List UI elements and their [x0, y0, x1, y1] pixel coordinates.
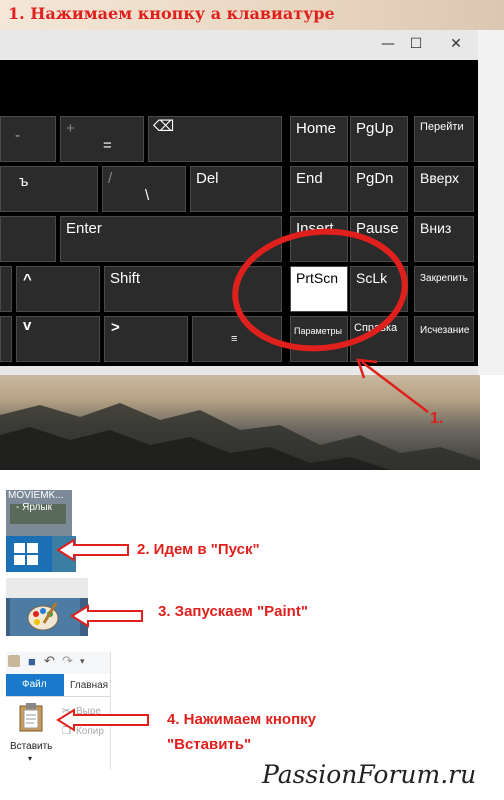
- save-icon[interactable]: ■: [28, 654, 36, 669]
- step4-caption-line1: 4. Нажимаем кнопку: [167, 711, 316, 728]
- redo-icon[interactable]: ↷: [62, 653, 73, 669]
- paste-label: Вставить: [10, 741, 53, 752]
- step4-arrow: [56, 708, 149, 732]
- ribbon-divider: [6, 696, 110, 697]
- step1-callout-number: 1.: [430, 410, 444, 427]
- home-tab[interactable]: Главная: [70, 680, 108, 691]
- start-menu-top: [6, 578, 88, 598]
- shortcut-label-1: MOVIEMK...: [8, 490, 64, 501]
- highlight-annotations: [232, 228, 429, 413]
- quick-access-toolbar: ■ ↶ ↷ ▾: [6, 652, 110, 674]
- step2-arrow: [56, 538, 129, 562]
- paste-dropdown-icon[interactable]: ▾: [28, 754, 32, 763]
- file-tab[interactable]: Файл: [6, 674, 64, 696]
- undo-icon[interactable]: ↶: [44, 653, 55, 669]
- step4-caption-line2: "Вставить": [167, 736, 252, 753]
- watermark: PassionForum.ru: [262, 760, 477, 789]
- paint-app-icon[interactable]: [8, 655, 20, 667]
- step2-caption: 2. Идем в "Пуск": [137, 541, 260, 558]
- step3-arrow: [70, 604, 143, 628]
- step1-panel: 1. Нажимаем кнопку а клавиатуре — ☐ ✕ - …: [0, 0, 504, 470]
- step3-caption: 3. Запускаем "Paint": [158, 603, 308, 620]
- customize-qat-icon[interactable]: ▾: [80, 656, 85, 667]
- shortcut-label-2: - Ярлык: [16, 502, 52, 513]
